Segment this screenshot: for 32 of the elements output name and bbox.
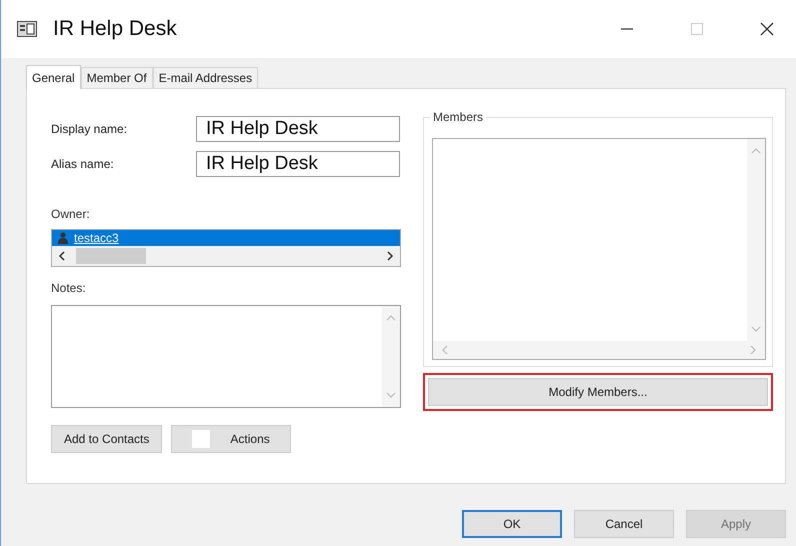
- scroll-left-icon[interactable]: [58, 251, 66, 261]
- modify-members-button[interactable]: Modify Members...: [428, 378, 768, 406]
- owner-label: Owner:: [51, 207, 91, 221]
- dialog-button[interactable]: Cancel: [574, 510, 674, 538]
- input-field[interactable]: IR Help Desk: [196, 150, 400, 176]
- scroll-up-icon[interactable]: [751, 147, 761, 155]
- window-icon: [17, 21, 37, 37]
- scroll-right-icon[interactable]: [386, 251, 394, 261]
- input-field[interactable]: IR Help Desk: [196, 116, 400, 142]
- owner-list[interactable]: testacc3: [51, 229, 401, 267]
- scroll-down-icon[interactable]: [386, 391, 396, 399]
- field-label: Alias name:: [51, 156, 115, 170]
- add-contacts-button[interactable]: Add to Contacts: [51, 425, 162, 453]
- actions-button[interactable]: Actions: [171, 425, 292, 453]
- maximize-icon[interactable]: [690, 22, 704, 36]
- close-icon[interactable]: [760, 22, 774, 36]
- tab[interactable]: General: [26, 65, 81, 89]
- members-list[interactable]: [432, 138, 766, 360]
- window-title: IR Help Desk: [53, 17, 177, 41]
- notes-field[interactable]: [51, 305, 401, 408]
- scroll-down-icon[interactable]: [751, 325, 761, 333]
- notes-label: Notes:: [51, 281, 87, 295]
- field-label: Display name:: [51, 122, 128, 136]
- scrollbar-thumb[interactable]: [76, 248, 146, 264]
- owner-item[interactable]: testacc3: [52, 230, 400, 246]
- tab[interactable]: E-mail Addresses: [152, 67, 258, 88]
- user-icon: [58, 232, 68, 244]
- dialog-button[interactable]: OK: [462, 510, 562, 538]
- blank-icon: [192, 430, 210, 448]
- tab[interactable]: Member Of: [80, 67, 153, 88]
- scroll-up-icon[interactable]: [386, 314, 396, 322]
- group-legend: Members: [430, 110, 486, 124]
